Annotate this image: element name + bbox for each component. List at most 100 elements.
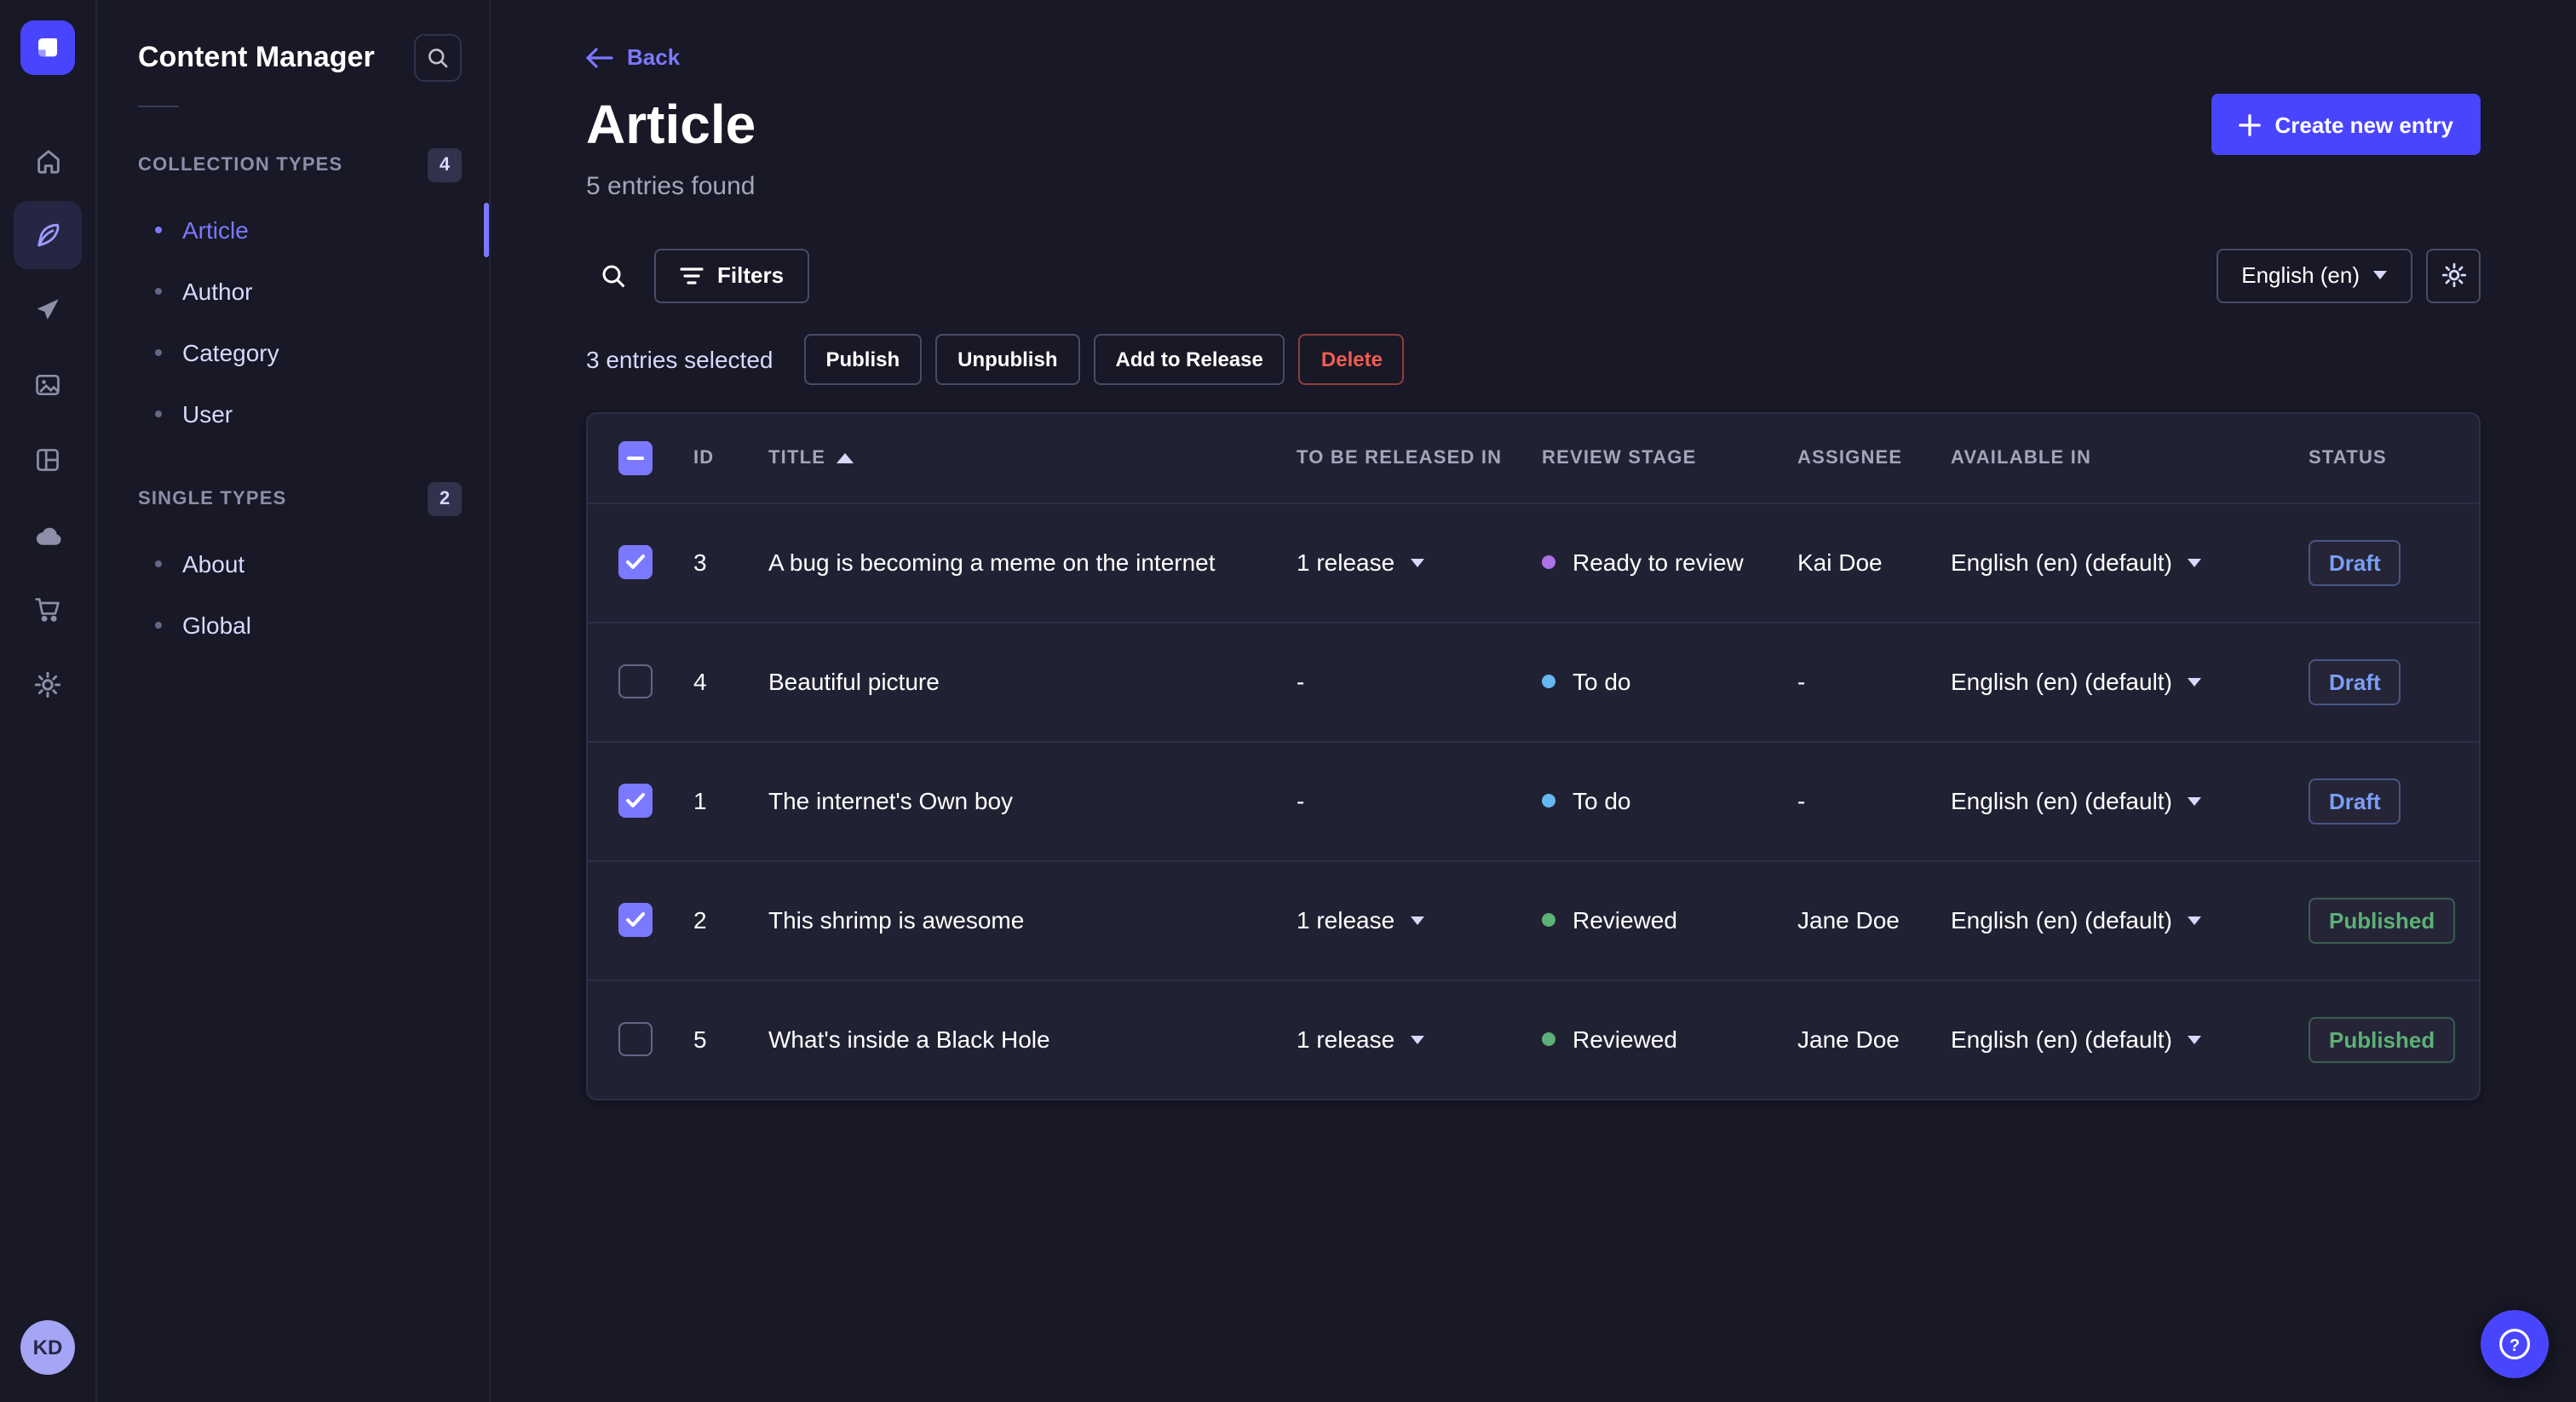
sidebar-item-author[interactable]: Author <box>97 261 489 322</box>
sidebar-item-article[interactable]: Article <box>97 199 489 261</box>
strapi-logo-glyph <box>38 38 57 57</box>
bullet-icon <box>155 622 162 629</box>
table-row[interactable]: 5 What's inside a Black Hole 1 release Revi… <box>588 980 2479 1098</box>
release-cell[interactable]: 1 release <box>1297 1026 1542 1053</box>
back-link[interactable]: Back <box>586 44 680 70</box>
sidebar-item-label: User <box>182 400 233 428</box>
review-stage-label: Reviewed <box>1573 906 1677 934</box>
row-checkbox-cell <box>618 903 693 937</box>
locale-label: English (en) (default) <box>1951 549 2172 576</box>
column-header-available-in[interactable]: AVAILABLE IN <box>1951 447 2309 468</box>
table-row[interactable]: 3 A bug is becoming a meme on the interne… <box>588 503 2479 623</box>
column-header-label: TO BE RELEASED IN <box>1297 447 1503 468</box>
sidebar-item-category[interactable]: Category <box>97 322 489 383</box>
delete-button[interactable]: Delete <box>1298 333 1405 384</box>
sidebar-item-global[interactable]: Global <box>97 595 489 656</box>
nav-deploy-icon[interactable] <box>14 501 82 569</box>
filters-button[interactable]: Filters <box>654 248 810 302</box>
column-header-label: ID <box>693 447 715 468</box>
entries-table: ID TITLE TO BE RELEASED IN REVIEW STAGE ASSI… <box>586 411 2481 1100</box>
create-new-entry-button[interactable]: Create new entry <box>2211 94 2481 155</box>
nav-content-manager-icon[interactable] <box>14 201 82 269</box>
assignee: - <box>1797 787 1806 814</box>
strapi-logo[interactable] <box>20 20 75 75</box>
status-cell: Draft <box>2309 658 2479 704</box>
table-row[interactable]: 4 Beautiful picture - To do - English (en) (d… <box>588 623 2479 742</box>
release-cell: - <box>1297 787 1542 814</box>
status-badge: Draft <box>2309 539 2401 585</box>
arrow-left-icon <box>586 47 613 67</box>
status-badge: Draft <box>2309 658 2401 704</box>
chevron-down-icon <box>1410 916 1424 924</box>
row-checkbox[interactable] <box>618 545 653 579</box>
view-settings-icon[interactable] <box>2426 248 2481 302</box>
status-badge: Draft <box>2309 778 2401 824</box>
column-header-to-be-released-in[interactable]: TO BE RELEASED IN <box>1297 447 1542 468</box>
row-checkbox-cell <box>618 784 693 818</box>
sidebar-section-count-badge: 4 <box>428 148 462 182</box>
help-button[interactable]: ? <box>2481 1310 2549 1378</box>
row-checkbox[interactable] <box>618 903 653 937</box>
review-stage-label: To do <box>1573 668 1631 695</box>
main-content: Back Article Create new entry 5 entries … <box>491 0 2576 1402</box>
locale-select[interactable]: English (en) <box>2216 248 2412 302</box>
assignee: Kai Doe <box>1797 549 1883 576</box>
row-checkbox[interactable] <box>618 784 653 818</box>
row-checkbox[interactable] <box>618 664 653 698</box>
sidebar-section-header[interactable]: COLLECTION TYPES 4 <box>97 135 489 199</box>
nav-content-type-builder-icon[interactable] <box>14 426 82 494</box>
table-row[interactable]: 2 This shrimp is awesome 1 release Reviewed… <box>588 861 2479 980</box>
review-stage-label: Reviewed <box>1573 1026 1677 1053</box>
locale-label: English (en) (default) <box>1951 1026 2172 1053</box>
status-badge: Published <box>2309 1016 2456 1062</box>
locale-cell[interactable]: English (en) (default) <box>1951 1026 2309 1053</box>
sidebar-item-user[interactable]: User <box>97 383 489 445</box>
user-avatar[interactable]: KD <box>20 1320 75 1375</box>
sidebar-sections: COLLECTION TYPES 4 Article Author Category Us… <box>97 135 489 656</box>
column-header-label: REVIEW STAGE <box>1542 447 1697 468</box>
table-row[interactable]: 1 The internet's Own boy - To do - English (e… <box>588 742 2479 861</box>
locale-cell[interactable]: English (en) (default) <box>1951 906 2309 934</box>
sidebar-section: COLLECTION TYPES 4 Article Author Category Us… <box>97 135 489 445</box>
locale-label: English (en) (default) <box>1951 787 2172 814</box>
sidebar-item-label: Article <box>182 216 249 244</box>
locale-cell[interactable]: English (en) (default) <box>1951 668 2309 695</box>
release-label: 1 release <box>1297 549 1395 576</box>
content-manager-subnav: Content Manager COLLECTION TYPES 4 Article… <box>97 0 491 1402</box>
column-header-assignee[interactable]: ASSIGNEE <box>1797 447 1951 468</box>
column-header-status[interactable]: STATUS <box>2309 447 2479 468</box>
divider <box>138 106 179 107</box>
entry-id: 5 <box>693 1026 707 1053</box>
release-cell[interactable]: 1 release <box>1297 906 1542 934</box>
search-icon[interactable] <box>414 34 462 82</box>
select-all-checkbox[interactable] <box>618 440 653 474</box>
nav-home-icon[interactable] <box>14 126 82 194</box>
search-icon[interactable] <box>586 248 641 302</box>
status-cell: Published <box>2309 1016 2479 1062</box>
column-header-label: AVAILABLE IN <box>1951 447 2092 468</box>
nav-release-icon[interactable] <box>14 276 82 344</box>
locale-cell[interactable]: English (en) (default) <box>1951 549 2309 576</box>
chevron-down-icon <box>1410 558 1424 566</box>
nav-marketplace-icon[interactable] <box>14 576 82 644</box>
row-checkbox[interactable] <box>618 1022 653 1056</box>
locale-cell[interactable]: English (en) (default) <box>1951 787 2309 814</box>
nav-settings-icon[interactable] <box>14 651 82 719</box>
assignee: Jane Doe <box>1797 906 1900 934</box>
status-badge: Published <box>2309 897 2456 943</box>
unpublish-button[interactable]: Unpublish <box>935 333 1080 384</box>
subnav-title: Content Manager <box>138 41 375 73</box>
review-stage-label: Ready to review <box>1573 549 1744 576</box>
sidebar-item-about[interactable]: About <box>97 533 489 595</box>
column-header-title[interactable]: TITLE <box>768 447 1297 468</box>
column-header-id[interactable]: ID <box>693 447 768 468</box>
status-cell: Draft <box>2309 778 2479 824</box>
publish-button[interactable]: Publish <box>803 333 923 384</box>
column-header-review-stage[interactable]: REVIEW STAGE <box>1542 447 1797 468</box>
release-cell[interactable]: 1 release <box>1297 549 1542 576</box>
sidebar-section-header[interactable]: SINGLE TYPES 2 <box>97 468 489 533</box>
assignee: Jane Doe <box>1797 1026 1900 1053</box>
stage-dot-icon <box>1542 1032 1555 1046</box>
nav-media-library-icon[interactable] <box>14 351 82 419</box>
add-to-release-button[interactable]: Add to Release <box>1093 333 1285 384</box>
